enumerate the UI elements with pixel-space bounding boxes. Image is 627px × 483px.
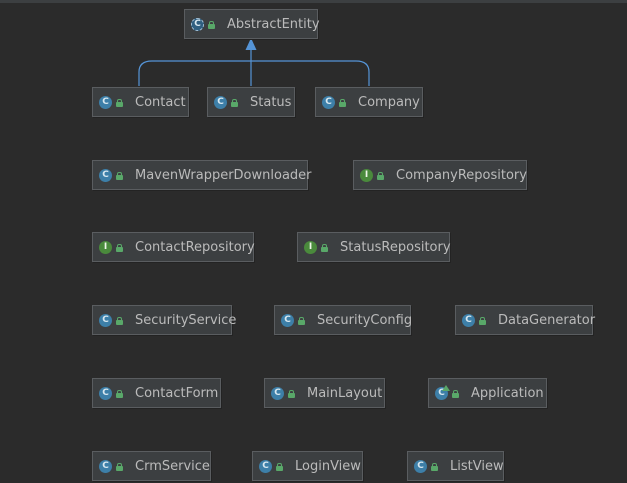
node-abstract-entity[interactable]: C AbstractEntity bbox=[184, 9, 320, 39]
node-contact-repository[interactable]: I ContactRepository bbox=[92, 232, 255, 262]
node-label: ListView bbox=[450, 458, 504, 474]
interface-icon: I bbox=[99, 240, 112, 254]
node-application[interactable]: C Application bbox=[428, 378, 547, 408]
node-contact[interactable]: C Contact bbox=[92, 87, 189, 117]
class-icon: C bbox=[214, 95, 227, 109]
node-company[interactable]: C Company bbox=[315, 87, 423, 117]
visibility-icon bbox=[321, 243, 328, 252]
node-label: CompanyRepository bbox=[396, 167, 527, 183]
visibility-icon bbox=[116, 389, 123, 398]
node-label: AbstractEntity bbox=[227, 16, 320, 32]
class-icon: C bbox=[414, 459, 427, 473]
interface-icon: I bbox=[304, 240, 317, 254]
node-status[interactable]: C Status bbox=[207, 87, 295, 117]
node-login-view[interactable]: C LoginView bbox=[252, 451, 363, 481]
visibility-icon bbox=[116, 243, 123, 252]
visibility-icon bbox=[339, 98, 346, 107]
class-icon: C bbox=[99, 168, 112, 182]
node-data-generator[interactable]: C DataGenerator bbox=[455, 305, 596, 335]
class-icon: C bbox=[99, 95, 112, 109]
class-icon: C bbox=[99, 459, 112, 473]
node-status-repository[interactable]: I StatusRepository bbox=[297, 232, 451, 262]
node-label: DataGenerator bbox=[498, 312, 596, 328]
node-label: ContactForm bbox=[135, 385, 219, 401]
node-label: Application bbox=[471, 385, 544, 401]
diagram-canvas: C AbstractEntity C Contact C Status C Co… bbox=[0, 0, 627, 483]
visibility-icon bbox=[116, 462, 123, 471]
node-label: SecurityConfig bbox=[317, 312, 413, 328]
node-list-view[interactable]: C ListView bbox=[407, 451, 504, 481]
visibility-icon bbox=[452, 389, 459, 398]
visibility-icon bbox=[116, 316, 123, 325]
node-label: MavenWrapperDownloader bbox=[135, 167, 312, 183]
visibility-icon bbox=[479, 316, 486, 325]
node-security-config[interactable]: C SecurityConfig bbox=[274, 305, 413, 335]
node-label: LoginView bbox=[295, 458, 361, 474]
visibility-icon bbox=[288, 389, 295, 398]
node-label: SecurityService bbox=[135, 312, 237, 328]
class-icon: C bbox=[259, 459, 272, 473]
node-label: StatusRepository bbox=[340, 239, 451, 255]
node-security-service[interactable]: C SecurityService bbox=[92, 305, 236, 335]
node-label: Company bbox=[358, 94, 420, 110]
node-label: CrmService bbox=[135, 458, 210, 474]
node-company-repository[interactable]: I CompanyRepository bbox=[353, 160, 527, 190]
node-main-layout[interactable]: C MainLayout bbox=[264, 378, 385, 408]
node-label: Contact bbox=[135, 94, 186, 110]
application-class-icon: C bbox=[435, 384, 450, 400]
interface-icon: I bbox=[360, 168, 373, 182]
visibility-icon bbox=[116, 98, 123, 107]
node-contact-form[interactable]: C ContactForm bbox=[92, 378, 221, 408]
visibility-icon bbox=[116, 171, 123, 180]
visibility-icon bbox=[276, 462, 283, 471]
node-label: Status bbox=[250, 94, 292, 110]
class-icon: C bbox=[99, 313, 112, 327]
node-crm-service[interactable]: C CrmService bbox=[92, 451, 211, 481]
node-maven-wrapper-downloader[interactable]: C MavenWrapperDownloader bbox=[92, 160, 312, 190]
visibility-icon bbox=[298, 316, 305, 325]
class-icon: C bbox=[271, 386, 284, 400]
visibility-icon bbox=[231, 98, 238, 107]
class-icon: C bbox=[281, 313, 294, 327]
visibility-icon bbox=[431, 462, 438, 471]
class-icon: C bbox=[99, 386, 112, 400]
node-label: ContactRepository bbox=[135, 239, 255, 255]
abstract-class-icon: C bbox=[191, 17, 204, 31]
class-icon: C bbox=[322, 95, 335, 109]
visibility-icon bbox=[377, 171, 384, 180]
class-icon: C bbox=[462, 313, 475, 327]
visibility-icon bbox=[208, 20, 215, 29]
node-label: MainLayout bbox=[307, 385, 383, 401]
